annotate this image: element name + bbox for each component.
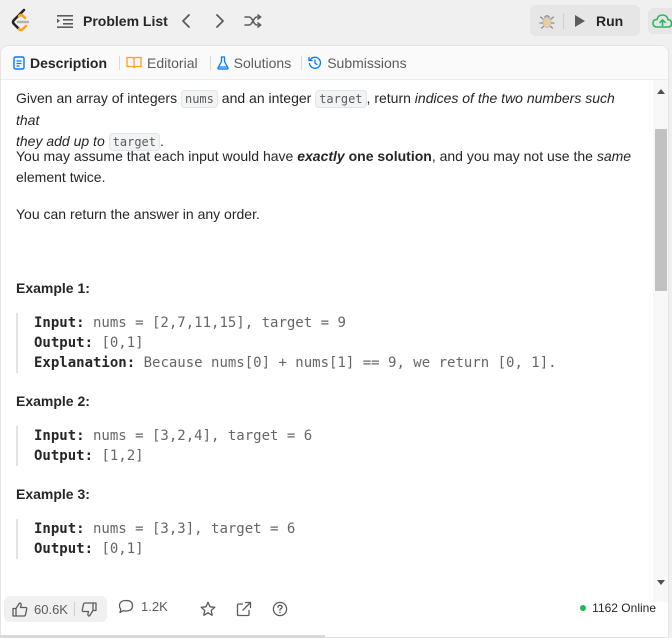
tab-editorial[interactable]: Editorial bbox=[126, 46, 198, 80]
example-value: [1,2] bbox=[93, 448, 144, 464]
example-key: Input: bbox=[34, 428, 85, 444]
description-icon bbox=[13, 55, 25, 70]
example-key: Input: bbox=[34, 315, 85, 331]
online-dot-icon bbox=[580, 605, 587, 611]
example-value: nums = [3,2,4], target = 6 bbox=[84, 428, 313, 444]
paragraph: You may assume that each input would hav… bbox=[16, 146, 636, 188]
debug-button[interactable] bbox=[536, 10, 558, 32]
comments-button[interactable]: 1.2K bbox=[118, 599, 168, 614]
like-count: 60.6K bbox=[34, 601, 68, 617]
divider bbox=[119, 55, 121, 70]
tab-bar: Description Editorial Solutions Submissi… bbox=[1, 46, 668, 80]
example-value: [0,1] bbox=[93, 335, 144, 351]
example-key: Output: bbox=[34, 448, 94, 464]
bug-icon bbox=[539, 15, 555, 29]
run-label: Run bbox=[596, 13, 624, 29]
paragraph: Given an array of integers nums and an i… bbox=[16, 88, 636, 153]
tab-label: Description bbox=[30, 54, 108, 71]
inline-code: target bbox=[315, 90, 367, 108]
divider bbox=[73, 602, 75, 616]
prev-problem-button[interactable] bbox=[175, 10, 197, 32]
problem-list-button[interactable]: Problem List bbox=[57, 10, 168, 32]
inline-code: nums bbox=[180, 90, 218, 108]
dislike-button[interactable] bbox=[81, 601, 97, 617]
tab-label: Editorial bbox=[147, 54, 198, 71]
text: You may assume that each input would hav… bbox=[16, 148, 298, 164]
external-link-icon bbox=[236, 601, 252, 617]
example-value: Because nums[0] + nums[1] == 9, we retur… bbox=[135, 355, 557, 371]
example-title: Example 2: bbox=[16, 393, 90, 409]
play-icon bbox=[575, 15, 585, 27]
example-title: Example 1: bbox=[16, 280, 90, 296]
example-key: Output: bbox=[34, 335, 94, 351]
run-group: Run bbox=[530, 5, 640, 36]
online-count: 1162 Online bbox=[592, 601, 656, 615]
example-value: nums = [3,3], target = 6 bbox=[84, 521, 296, 537]
chevron-right-icon bbox=[216, 14, 224, 28]
book-icon bbox=[126, 56, 142, 69]
emphasis-text: exactly bbox=[297, 148, 345, 164]
random-problem-button[interactable] bbox=[242, 10, 264, 32]
text: Given an array of integers bbox=[16, 90, 181, 106]
question-circle-icon bbox=[272, 601, 288, 617]
example-value: nums = [2,7,11,15], target = 9 bbox=[84, 315, 346, 331]
flask-icon bbox=[216, 55, 229, 70]
example-key: Input: bbox=[34, 521, 85, 537]
tab-solutions[interactable]: Solutions bbox=[216, 46, 292, 80]
leetcode-logo-icon[interactable] bbox=[9, 8, 33, 34]
description-panel: Description Editorial Solutions Submissi… bbox=[0, 45, 669, 638]
submit-button[interactable] bbox=[648, 8, 672, 34]
comment-count: 1.2K bbox=[141, 599, 168, 614]
text: element twice. bbox=[16, 169, 106, 185]
like-group: 60.6K bbox=[4, 596, 107, 622]
tab-description[interactable]: Description bbox=[13, 46, 107, 80]
example-block: Input: nums = [2,7,11,15], target = 9 Ou… bbox=[16, 313, 636, 373]
tab-submissions[interactable]: Submissions bbox=[308, 46, 407, 80]
emphasis-text: same bbox=[596, 148, 632, 164]
chevron-left-icon bbox=[182, 14, 190, 28]
tab-label: Submissions bbox=[327, 54, 407, 71]
text: , and you may not use the bbox=[431, 148, 597, 164]
example-title: Example 3: bbox=[16, 486, 90, 502]
scrollbar-thumb[interactable] bbox=[655, 129, 667, 291]
cloud-upload-icon bbox=[652, 14, 672, 28]
divider bbox=[563, 13, 564, 29]
bold-text: one solution bbox=[344, 148, 432, 164]
example-block: Input: nums = [3,2,4], target = 6 Output… bbox=[16, 426, 636, 466]
example-key: Explanation: bbox=[34, 355, 136, 371]
top-bar: Problem List Run bbox=[0, 0, 672, 42]
scroll-up-arrow-icon[interactable] bbox=[656, 86, 666, 96]
share-button[interactable] bbox=[235, 600, 253, 618]
example-value: [0,1] bbox=[93, 541, 144, 557]
shuffle-icon bbox=[244, 14, 262, 28]
text: , return bbox=[366, 90, 415, 106]
next-problem-button[interactable] bbox=[209, 10, 231, 32]
history-icon bbox=[308, 56, 322, 69]
thumbs-up-icon bbox=[12, 601, 28, 617]
help-button[interactable] bbox=[271, 600, 289, 618]
divider bbox=[301, 55, 303, 70]
tab-label: Solutions bbox=[233, 54, 292, 71]
comment-icon bbox=[118, 599, 134, 614]
star-icon bbox=[200, 601, 216, 616]
scroll-down-arrow-icon[interactable] bbox=[656, 577, 666, 587]
thumbs-down-icon bbox=[81, 601, 97, 617]
divider bbox=[209, 55, 211, 70]
online-status: 1162 Online bbox=[580, 601, 656, 615]
paragraph: You can return the answer in any order. bbox=[16, 206, 260, 222]
text: and an integer bbox=[217, 90, 316, 106]
list-icon bbox=[57, 15, 73, 28]
favorite-button[interactable] bbox=[199, 600, 217, 618]
like-button[interactable]: 60.6K bbox=[4, 602, 68, 617]
problem-list-label: Problem List bbox=[83, 13, 168, 29]
example-block: Input: nums = [3,3], target = 6 Output: … bbox=[16, 519, 636, 559]
run-button[interactable]: Run bbox=[574, 9, 623, 33]
example-key: Output: bbox=[34, 541, 94, 557]
